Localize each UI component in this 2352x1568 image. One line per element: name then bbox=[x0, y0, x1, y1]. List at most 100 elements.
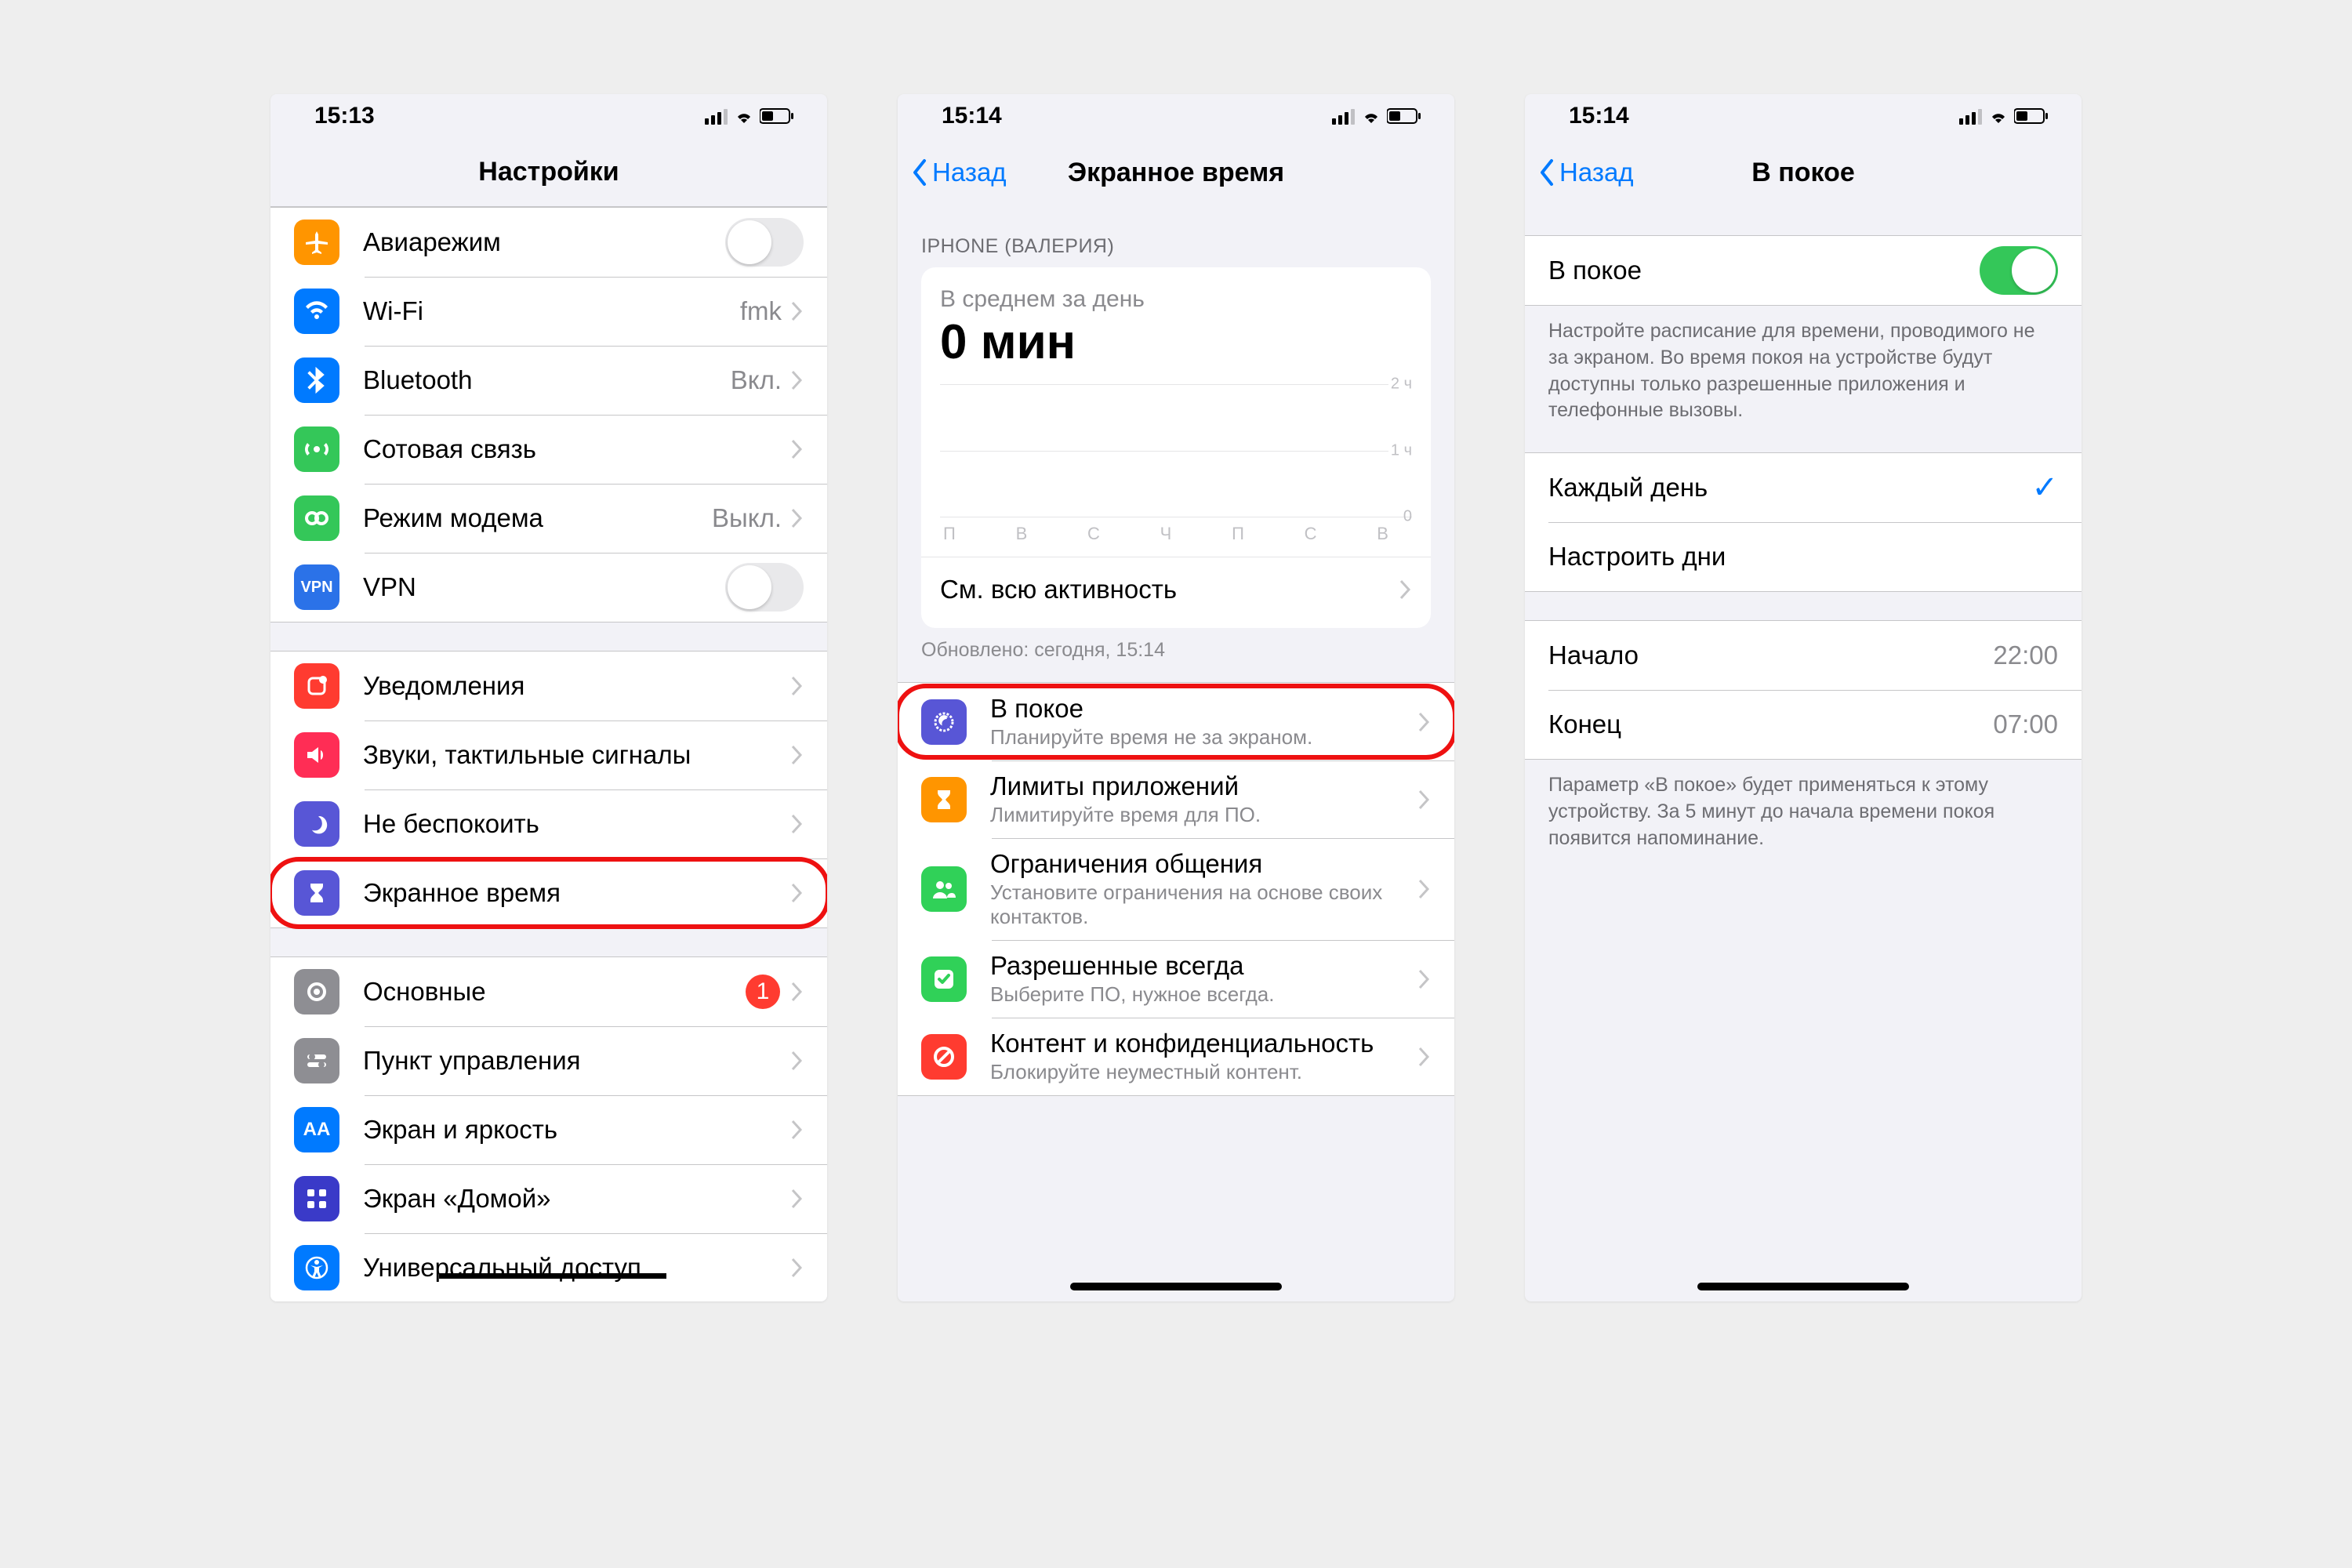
bell-icon bbox=[294, 663, 339, 709]
nav-bar: Назад Экранное время bbox=[898, 138, 1454, 207]
people-icon bbox=[921, 866, 967, 912]
downtime-description: Настройте расписание для времени, провод… bbox=[1525, 306, 2082, 424]
row-wifi[interactable]: Wi-Fi fmk bbox=[270, 277, 827, 346]
bluetooth-value: Вкл. bbox=[731, 365, 782, 395]
row-downtime-toggle[interactable]: В покое bbox=[1525, 236, 2082, 305]
row-screentime[interactable]: Экранное время bbox=[270, 858, 827, 927]
downtime-icon bbox=[921, 699, 967, 745]
accessibility-icon bbox=[294, 1245, 339, 1290]
redaction bbox=[439, 1273, 666, 1279]
row-bluetooth[interactable]: Bluetooth Вкл. bbox=[270, 346, 827, 415]
row-sounds[interactable]: Звуки, тактильные сигналы bbox=[270, 720, 827, 789]
signal-icon bbox=[1959, 107, 1983, 125]
screentime-screen: 15:14 Назад Экранное время IPHONE (ВАЛЕР… bbox=[898, 94, 1454, 1301]
schedule-mode-group: Каждый день ✓ Настроить дни bbox=[1525, 452, 2082, 592]
row-hotspot[interactable]: Режим модема Выкл. bbox=[270, 484, 827, 553]
status-indicators bbox=[1959, 107, 2049, 125]
wifi-status-icon bbox=[1362, 107, 1381, 125]
chevron-right-icon bbox=[791, 982, 804, 1002]
row-cellular[interactable]: Сотовая связь bbox=[270, 415, 827, 484]
settings-group-notifications: Уведомления Звуки, тактильные сигналы Не… bbox=[270, 651, 827, 928]
chevron-right-icon bbox=[791, 508, 804, 528]
bluetooth-icon bbox=[294, 358, 339, 403]
row-vpn[interactable]: VPN VPN bbox=[270, 553, 827, 622]
time-range-group: Начало 22:00 Конец 07:00 bbox=[1525, 620, 2082, 760]
row-dnd[interactable]: Не беспокоить bbox=[270, 789, 827, 858]
vpn-toggle[interactable] bbox=[725, 563, 804, 612]
badge: 1 bbox=[746, 975, 780, 1009]
downtime-content[interactable]: В покое Настройте расписание для времени… bbox=[1525, 207, 2082, 1301]
gear-icon bbox=[294, 969, 339, 1014]
settings-group-general: Основные 1 Пункт управления AA Экран и я… bbox=[270, 956, 827, 1301]
status-bar: 15:13 bbox=[270, 94, 827, 138]
row-airplane[interactable]: Авиарежим bbox=[270, 208, 827, 277]
usage-chart: 2 ч 1 ч 0 bbox=[940, 384, 1412, 517]
chevron-right-icon bbox=[1418, 969, 1431, 989]
avg-label: В среднем за день bbox=[940, 286, 1412, 313]
row-app-limits[interactable]: Лимиты приложений Лимитируйте время для … bbox=[898, 760, 1454, 838]
row-customize-days[interactable]: Настроить дни bbox=[1525, 522, 2082, 591]
home-indicator[interactable] bbox=[1697, 1283, 1909, 1290]
row-display[interactable]: AA Экран и яркость bbox=[270, 1095, 827, 1164]
nav-bar: Настройки bbox=[270, 138, 827, 207]
chevron-right-icon bbox=[791, 1120, 804, 1140]
chevron-right-icon bbox=[791, 370, 804, 390]
status-indicators bbox=[705, 107, 794, 125]
wifi-value: fmk bbox=[740, 296, 782, 326]
chevron-right-icon bbox=[791, 814, 804, 834]
see-all-activity[interactable]: См. всю активность bbox=[921, 557, 1431, 622]
chevron-right-icon bbox=[1418, 789, 1431, 810]
chevron-right-icon bbox=[791, 883, 804, 903]
row-always-allowed[interactable]: Разрешенные всегда Выберите ПО, нужное в… bbox=[898, 940, 1454, 1018]
sound-icon bbox=[294, 732, 339, 778]
home-indicator[interactable] bbox=[1070, 1283, 1282, 1290]
signal-icon bbox=[1332, 107, 1356, 125]
device-header: IPHONE (ВАЛЕРИЯ) bbox=[898, 207, 1454, 267]
row-notifications[interactable]: Уведомления bbox=[270, 652, 827, 720]
settings-list[interactable]: Авиарежим Wi-Fi fmk Bluetooth Вкл. bbox=[270, 207, 827, 1301]
hourglass2-icon bbox=[921, 777, 967, 822]
row-communication-limits[interactable]: Ограничения общения Установите ограничен… bbox=[898, 838, 1454, 940]
row-end-time[interactable]: Конец 07:00 bbox=[1525, 690, 2082, 759]
screentime-options: В покое Планируйте время не за экраном. … bbox=[898, 682, 1454, 1096]
hourglass-icon bbox=[294, 870, 339, 916]
nav-title: Экранное время bbox=[1068, 158, 1284, 188]
chevron-right-icon bbox=[791, 439, 804, 459]
status-bar: 15:14 bbox=[898, 94, 1454, 138]
checkmark-icon: ✓ bbox=[2031, 470, 2058, 506]
screentime-content[interactable]: IPHONE (ВАЛЕРИЯ) В среднем за день 0 мин… bbox=[898, 207, 1454, 1301]
airplane-toggle[interactable] bbox=[725, 218, 804, 267]
battery-icon bbox=[760, 107, 794, 125]
airplane-icon bbox=[294, 220, 339, 265]
row-downtime[interactable]: В покое Планируйте время не за экраном. bbox=[898, 683, 1454, 760]
row-accessibility[interactable]: Универсальный доступ bbox=[270, 1233, 827, 1301]
downtime-footer: Параметр «В покое» будет применяться к э… bbox=[1525, 760, 2082, 851]
row-general[interactable]: Основные 1 bbox=[270, 957, 827, 1026]
nav-back-button[interactable]: Назад bbox=[1537, 158, 1634, 187]
row-every-day[interactable]: Каждый день ✓ bbox=[1525, 453, 2082, 522]
vpn-icon: VPN bbox=[294, 564, 339, 610]
status-indicators bbox=[1332, 107, 1421, 125]
home-icon bbox=[294, 1176, 339, 1221]
row-start-time[interactable]: Начало 22:00 bbox=[1525, 621, 2082, 690]
end-value: 07:00 bbox=[1993, 710, 2058, 739]
status-time: 15:13 bbox=[314, 103, 375, 129]
brightness-icon: AA bbox=[294, 1107, 339, 1152]
chevron-right-icon bbox=[1418, 712, 1431, 732]
row-control-center[interactable]: Пункт управления bbox=[270, 1026, 827, 1095]
chevron-right-icon bbox=[791, 745, 804, 765]
chevron-right-icon bbox=[1399, 579, 1412, 600]
hotspot-value: Выкл. bbox=[712, 503, 782, 533]
nav-back-button[interactable]: Назад bbox=[910, 158, 1007, 187]
nav-title: Настройки bbox=[478, 157, 619, 187]
avg-value: 0 мин bbox=[940, 314, 1412, 370]
hotspot-icon bbox=[294, 495, 339, 541]
chevron-right-icon bbox=[791, 301, 804, 321]
chevron-right-icon bbox=[791, 1258, 804, 1278]
downtime-toggle[interactable] bbox=[1980, 246, 2058, 295]
row-home-screen[interactable]: Экран «Домой» bbox=[270, 1164, 827, 1233]
battery-icon bbox=[1387, 107, 1421, 125]
start-value: 22:00 bbox=[1993, 641, 2058, 670]
row-content-privacy[interactable]: Контент и конфиденциальность Блокируйте … bbox=[898, 1018, 1454, 1095]
chart-days: П В С Ч П С В bbox=[940, 517, 1412, 557]
